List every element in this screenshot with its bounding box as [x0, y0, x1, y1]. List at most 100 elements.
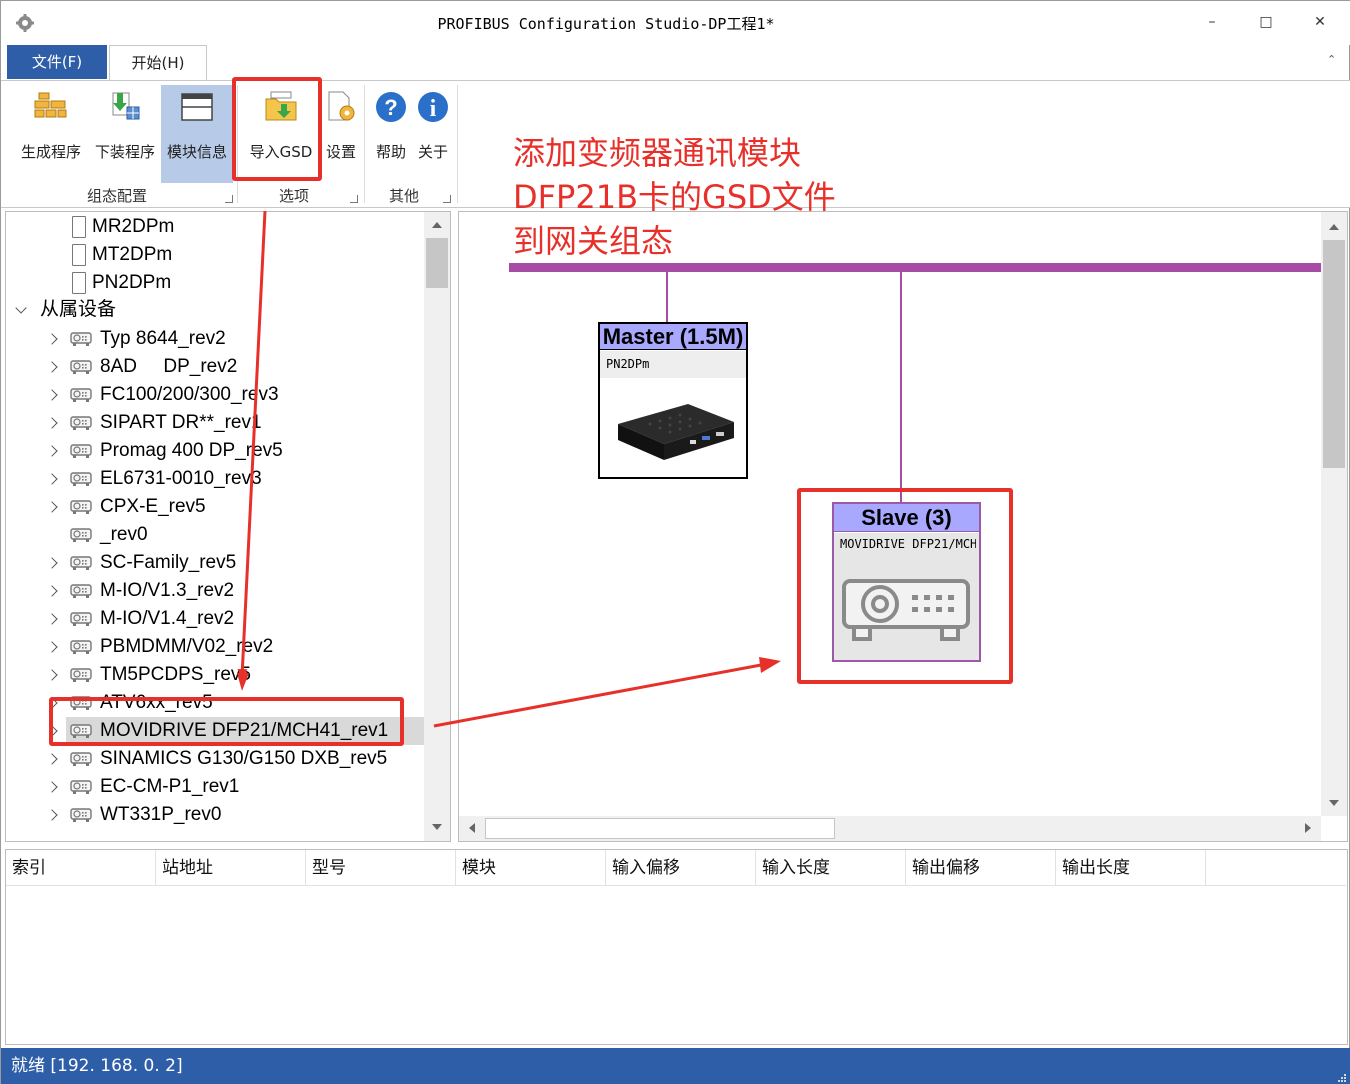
about-button[interactable]: i 关于 [413, 85, 453, 183]
scroll-left-icon[interactable] [469, 823, 475, 833]
chevron-down-icon[interactable] [15, 302, 27, 314]
chevron-right-icon[interactable] [46, 585, 58, 597]
ribbon-collapse-icon[interactable]: ⌃ [1327, 53, 1336, 66]
download-program-label: 下装程序 [94, 143, 155, 161]
canvas-vertical-scrollbar[interactable] [1321, 212, 1347, 816]
window-title: PROFIBUS Configuration Studio-DP工程1* [437, 15, 775, 33]
tree-item-label: PN2DPm [92, 272, 172, 293]
tree-slave-item[interactable]: _rev0 [42, 521, 422, 549]
help-label: 帮助 [375, 143, 406, 161]
master-node[interactable]: Master (1.5M) PN2DPm [598, 322, 748, 479]
document-icon [72, 272, 86, 294]
close-button[interactable]: ✕ [1300, 9, 1340, 35]
annotation-line: DFP21B卡的GSD文件 [513, 178, 836, 216]
chevron-right-icon[interactable] [46, 781, 58, 793]
scroll-right-icon[interactable] [1305, 823, 1311, 833]
column-header[interactable]: 输出偏移 [906, 850, 1056, 886]
chevron-right-icon[interactable] [46, 669, 58, 681]
minimize-button[interactable]: – [1192, 9, 1232, 35]
module-info-button[interactable]: 模块信息 [161, 85, 233, 183]
app-window: PROFIBUS Configuration Studio-DP工程1* – □… [0, 0, 1350, 1084]
tree-scroll-thumb[interactable] [426, 238, 448, 288]
slave-device-icon [70, 444, 92, 458]
tree-master-item[interactable]: PN2DPm [66, 269, 416, 297]
canvas-horizontal-scrollbar[interactable] [459, 816, 1321, 841]
slave-device-icon [70, 360, 92, 374]
tree-vertical-scrollbar[interactable] [424, 212, 450, 841]
column-header[interactable]: 索引 [6, 850, 156, 886]
generate-program-button[interactable]: 生成程序 [13, 85, 89, 183]
column-header[interactable]: 输出长度 [1056, 850, 1206, 886]
annotation-line: 添加变频器通讯模块 [513, 134, 802, 172]
chevron-right-icon[interactable] [46, 613, 58, 625]
tree-master-item[interactable]: MT2DPm [66, 241, 416, 269]
tree-slave-item[interactable]: TM5PCDPS_rev5 [42, 661, 422, 689]
slave-device-icon [70, 528, 92, 542]
tree-slave-item[interactable]: Typ 8644_rev2 [42, 325, 422, 353]
maximize-button[interactable]: □ [1246, 9, 1286, 35]
chevron-right-icon[interactable] [46, 389, 58, 401]
tree-slave-item[interactable]: Promag 400 DP_rev5 [42, 437, 422, 465]
tree-item-label: TM5PCDPS_rev5 [100, 664, 251, 685]
annotation-line: 到网关组态 [513, 222, 674, 260]
scroll-up-icon[interactable] [1329, 224, 1339, 230]
canvas-vscroll-thumb[interactable] [1323, 240, 1345, 468]
scroll-down-icon[interactable] [1329, 800, 1339, 806]
group-options-launcher-icon[interactable] [350, 195, 358, 203]
settings-button[interactable]: 设置 [321, 85, 361, 183]
tree-slave-item[interactable]: SINAMICS G130/G150 DXB_rev5 [42, 745, 422, 773]
chevron-right-icon[interactable] [46, 445, 58, 457]
chevron-right-icon[interactable] [46, 473, 58, 485]
help-button[interactable]: ? 帮助 [371, 85, 411, 183]
scroll-down-icon[interactable] [432, 824, 442, 830]
tree-slave-item[interactable]: WT331P_rev0 [42, 801, 422, 829]
tree-item-label: M-IO/V1.4_rev2 [100, 608, 235, 629]
tree-master-item[interactable]: MR2DPm [66, 213, 416, 241]
module-info-icon [181, 93, 213, 121]
chevron-right-icon[interactable] [46, 417, 58, 429]
resize-grip-icon[interactable] [1337, 1073, 1347, 1083]
chevron-right-icon[interactable] [46, 333, 58, 345]
group-config-launcher-icon[interactable] [225, 195, 233, 203]
tab-file[interactable]: 文件(F) [7, 45, 107, 79]
download-program-button[interactable]: 下装程序 [89, 85, 161, 183]
tree-slave-item[interactable]: CPX-E_rev5 [42, 493, 422, 521]
column-header[interactable]: 输入长度 [756, 850, 906, 886]
scroll-up-icon[interactable] [432, 222, 442, 228]
slave-device-icon [70, 332, 92, 346]
tree-item-label: MR2DPm [92, 216, 175, 237]
slave-device-icon [70, 612, 92, 626]
tree-item-label: CPX-E_rev5 [100, 496, 206, 517]
chevron-right-icon[interactable] [46, 809, 58, 821]
tree-slave-item[interactable]: FC100/200/300_rev3 [42, 381, 422, 409]
column-header[interactable]: 站地址 [156, 850, 306, 886]
column-header[interactable]: 输入偏移 [606, 850, 756, 886]
column-header[interactable]: 模块 [456, 850, 606, 886]
chevron-right-icon[interactable] [46, 641, 58, 653]
tree-item-label: EC-CM-P1_rev1 [100, 776, 240, 797]
chevron-right-icon[interactable] [46, 557, 58, 569]
canvas-hscroll-thumb[interactable] [485, 818, 835, 839]
slave-device-icon [70, 416, 92, 430]
chevron-right-icon[interactable] [46, 361, 58, 373]
tree-slave-item[interactable]: 8AD DP_rev2 [42, 353, 422, 381]
module-table: 索引 站地址 型号 模块 输入偏移 输入长度 输出偏移 输出长度 [5, 849, 1348, 1045]
tree-item-label: PBMDMM/V02_rev2 [100, 636, 274, 657]
chevron-right-icon[interactable] [46, 753, 58, 765]
group-other-launcher-icon[interactable] [443, 195, 451, 203]
tab-start[interactable]: 开始(H) [109, 45, 207, 81]
group-options-label: 选项 [278, 187, 309, 205]
tree-slave-item[interactable]: SC-Family_rev5 [42, 549, 422, 577]
tree-slave-group[interactable]: 从属设备 [12, 296, 412, 324]
group-other-label: 其他 [388, 187, 419, 205]
slave-device-icon [70, 584, 92, 598]
column-header[interactable]: 型号 [306, 850, 456, 886]
tree-slave-item[interactable]: PBMDMM/V02_rev2 [42, 633, 422, 661]
tree-slave-item[interactable]: SIPART DR**_rev1 [42, 409, 422, 437]
tree-slave-item[interactable]: EC-CM-P1_rev1 [42, 773, 422, 801]
tree-slave-item[interactable]: M-IO/V1.3_rev2 [42, 577, 422, 605]
slave-device-icon [70, 808, 92, 822]
tree-slave-item[interactable]: EL6731-0010_rev3 [42, 465, 422, 493]
tree-slave-item[interactable]: M-IO/V1.4_rev2 [42, 605, 422, 633]
chevron-right-icon[interactable] [46, 501, 58, 513]
